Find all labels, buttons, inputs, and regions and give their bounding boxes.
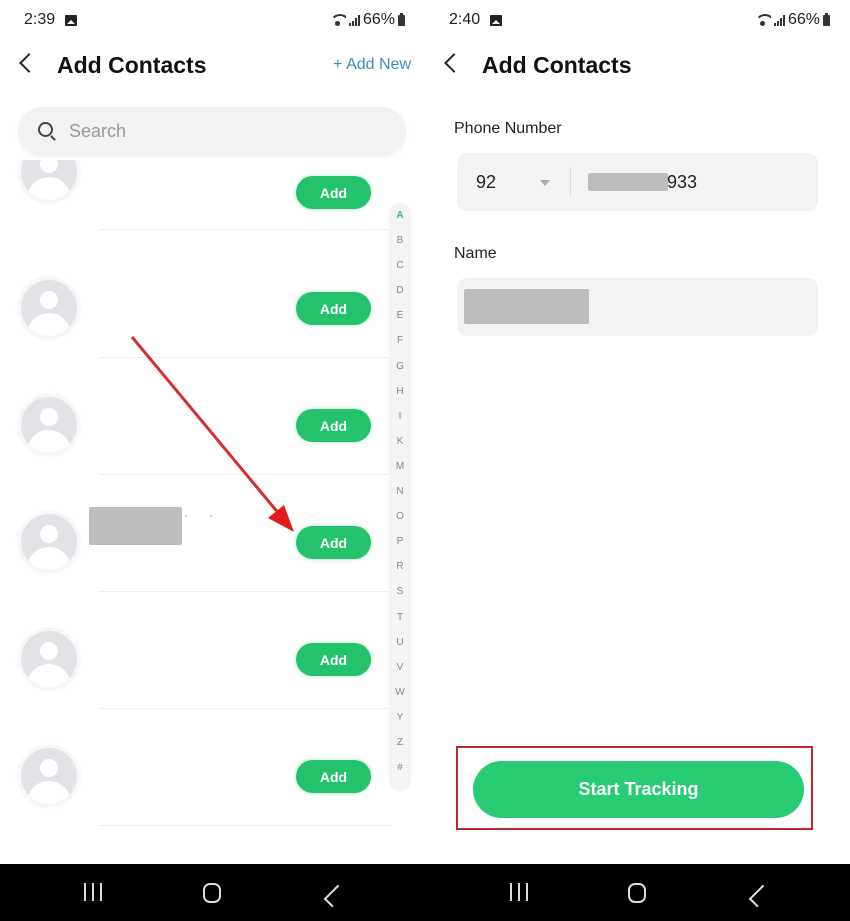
list-item: Add (0, 475, 392, 592)
page-title: Add Contacts (482, 52, 632, 78)
recents-icon[interactable] (84, 883, 102, 903)
phone-number-input[interactable]: 933 (667, 172, 697, 193)
list-item: Add (0, 160, 392, 230)
avatar (18, 160, 80, 203)
status-time: 2:40 (449, 11, 481, 28)
battery-percent: 66% (787, 11, 820, 28)
wifi-icon (329, 14, 346, 26)
contacts-list-screen: 2:39 66% Add Contacts + Add New Search A… (0, 0, 425, 864)
battery-percent: 66% (362, 11, 395, 28)
image-notification-icon (490, 15, 502, 26)
phone-number-field: 92 933 (457, 153, 818, 211)
index-letter[interactable]: M (389, 454, 411, 479)
add-contact-button[interactable]: Add (296, 643, 371, 676)
signal-icon (773, 14, 785, 26)
list-item: Add (0, 358, 392, 475)
index-letter[interactable]: G (389, 354, 411, 379)
chevron-down-icon[interactable] (540, 180, 550, 186)
index-letter[interactable]: O (389, 504, 411, 529)
avatar (18, 394, 80, 456)
avatar (18, 511, 80, 573)
back-arrow-icon[interactable] (19, 53, 39, 73)
alphabet-index-scrollbar[interactable]: A B C D E F G H I K M N O P R S T U V W Y Z # (389, 203, 411, 791)
index-letter[interactable]: N (389, 479, 411, 504)
add-contact-button[interactable]: Add (296, 526, 371, 559)
redacted-contact-name (89, 507, 182, 545)
dot (210, 515, 212, 517)
app-header: Add Contacts + Add New (18, 48, 411, 84)
index-letter[interactable]: Z (389, 730, 411, 755)
index-letter[interactable]: K (389, 429, 411, 454)
index-letter[interactable]: Y (389, 705, 411, 730)
index-letter[interactable]: E (389, 303, 411, 328)
index-letter[interactable]: F (389, 328, 411, 353)
list-item: Add (0, 709, 392, 826)
search-placeholder: Search (69, 121, 127, 141)
add-contact-form-screen: 2:40 66% Add Contacts Phone Number 92 93… (425, 0, 850, 864)
name-label: Name (454, 245, 497, 262)
start-tracking-button[interactable]: Start Tracking (473, 761, 804, 818)
image-notification-icon (65, 15, 77, 26)
system-navigation-bar (0, 864, 850, 921)
index-letter[interactable]: C (389, 253, 411, 278)
index-letter[interactable]: V (389, 655, 411, 680)
avatar (18, 628, 80, 690)
redacted-phone-digits (588, 173, 668, 191)
list-item: Add (0, 241, 392, 358)
status-bar: 2:39 66% (24, 10, 405, 32)
index-letter[interactable]: S (389, 579, 411, 604)
home-icon[interactable] (628, 883, 646, 903)
country-code-select[interactable]: 92 (476, 172, 496, 193)
divider (99, 229, 392, 230)
index-letter[interactable]: U (389, 630, 411, 655)
home-icon[interactable] (203, 883, 221, 903)
status-bar: 2:40 66% (449, 10, 830, 32)
add-new-link[interactable]: + Add New (333, 56, 411, 74)
avatar (18, 277, 80, 339)
page-title: Add Contacts (57, 52, 207, 78)
search-input[interactable]: Search (18, 107, 406, 155)
index-letter[interactable]: # (389, 755, 411, 780)
back-icon[interactable] (323, 884, 347, 908)
annotation-highlight-box: Start Tracking (456, 746, 813, 830)
status-time: 2:39 (24, 11, 56, 28)
index-letter[interactable]: B (389, 228, 411, 253)
redacted-name-value (464, 289, 589, 324)
list-item: Add (0, 592, 392, 709)
battery-icon (823, 12, 830, 26)
contact-list[interactable]: Add Add Add Add Add Add (0, 160, 425, 840)
name-input[interactable] (457, 278, 818, 336)
index-letter[interactable]: I (389, 404, 411, 429)
index-letter[interactable]: P (389, 529, 411, 554)
wifi-icon (754, 14, 771, 26)
index-letter[interactable]: T (389, 605, 411, 630)
index-letter[interactable]: W (389, 680, 411, 705)
divider (570, 167, 571, 197)
phone-number-label: Phone Number (454, 120, 562, 137)
index-letter[interactable]: A (389, 203, 411, 228)
battery-icon (398, 12, 405, 26)
index-letter[interactable]: H (389, 379, 411, 404)
signal-icon (348, 14, 360, 26)
index-letter[interactable]: R (389, 554, 411, 579)
search-icon (38, 122, 53, 137)
back-arrow-icon[interactable] (444, 53, 464, 73)
index-letter[interactable]: D (389, 278, 411, 303)
divider (99, 825, 392, 826)
add-contact-button[interactable]: Add (296, 176, 371, 209)
add-contact-button[interactable]: Add (296, 409, 371, 442)
recents-icon[interactable] (510, 883, 528, 903)
dot (185, 515, 187, 517)
add-contact-button[interactable]: Add (296, 292, 371, 325)
app-header: Add Contacts (443, 48, 836, 84)
avatar (18, 745, 80, 807)
back-icon[interactable] (748, 884, 772, 908)
add-contact-button[interactable]: Add (296, 760, 371, 793)
